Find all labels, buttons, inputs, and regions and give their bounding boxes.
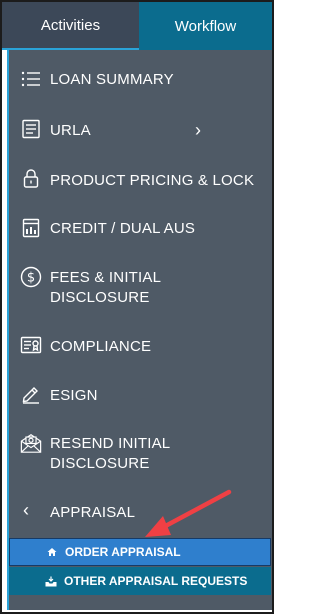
menu-item-resend-initial-disclosure[interactable]: RESEND INITIAL DISCLOSURE	[9, 430, 270, 474]
menu-item-credit-dual-aus[interactable]: CREDIT / DUAL AUS	[9, 217, 270, 241]
menu-item-appraisal[interactable]: ‹ APPRAISAL	[9, 499, 270, 525]
document-icon	[20, 118, 42, 140]
menu-item-product-pricing-lock[interactable]: PRODUCT PRICING & LOCK	[9, 168, 270, 192]
pen-icon	[20, 383, 42, 405]
menu-item-label: PRODUCT PRICING & LOCK	[50, 172, 255, 189]
menu-item-label-line1: FEES & INITIAL	[50, 269, 162, 286]
menu-item-label-line1: RESEND INITIAL	[50, 435, 171, 452]
menu-item-label: CREDIT / DUAL AUS	[50, 220, 196, 237]
chevron-left-icon[interactable]: ‹	[15, 499, 37, 521]
menu-item-compliance[interactable]: COMPLIANCE	[9, 334, 270, 358]
tray-icon	[45, 575, 57, 587]
menu-item-loan-summary[interactable]: LOAN SUMMARY	[9, 68, 270, 92]
list-icon	[20, 68, 42, 90]
menu-item-label: COMPLIANCE	[50, 338, 152, 355]
submenu-item-label: ORDER APPRAISAL	[65, 545, 181, 559]
submenu-item-order-appraisal[interactable]: ORDER APPRAISAL	[9, 538, 271, 566]
menu-item-label-line2: DISCLOSURE	[50, 455, 150, 472]
menu-item-label: FEES & INITIAL DISCLOSURE	[50, 268, 161, 308]
menu-item-urla[interactable]: URLA ›	[9, 118, 270, 142]
tab-bar: Activities Workflow	[2, 2, 272, 50]
activities-panel-frame: Activities Workflow LOAN SUMMARY URLA › …	[0, 0, 274, 614]
dollar-icon: $	[20, 266, 42, 288]
lock-icon	[20, 168, 42, 190]
home-icon	[46, 546, 58, 558]
menu-item-fees-initial-disclosure[interactable]: $ FEES & INITIAL DISCLOSURE	[9, 264, 270, 308]
activities-menu: LOAN SUMMARY URLA › PRODUCT PRICING & LO…	[7, 50, 272, 610]
menu-item-label: RESEND INITIAL DISCLOSURE	[50, 434, 170, 474]
chevron-right-icon[interactable]: ›	[195, 120, 201, 141]
menu-item-label: LOAN SUMMARY	[50, 71, 174, 88]
menu-item-label: APPRAISAL	[50, 504, 136, 521]
tab-activities[interactable]: Activities	[2, 2, 139, 50]
submenu-item-label: OTHER APPRAISAL REQUESTS	[64, 574, 248, 588]
envelope-icon	[20, 432, 42, 454]
menu-item-label: URLA	[50, 122, 91, 139]
credit-report-icon	[20, 217, 42, 239]
certificate-icon	[20, 334, 42, 356]
menu-item-esign[interactable]: ESIGN	[9, 383, 270, 407]
submenu-item-other-appraisal-requests[interactable]: OTHER APPRAISAL REQUESTS	[9, 567, 271, 595]
menu-item-label: ESIGN	[50, 387, 98, 404]
tab-workflow[interactable]: Workflow	[139, 2, 272, 50]
menu-item-label-line2: DISCLOSURE	[50, 289, 150, 306]
svg-text:$: $	[27, 271, 35, 286]
